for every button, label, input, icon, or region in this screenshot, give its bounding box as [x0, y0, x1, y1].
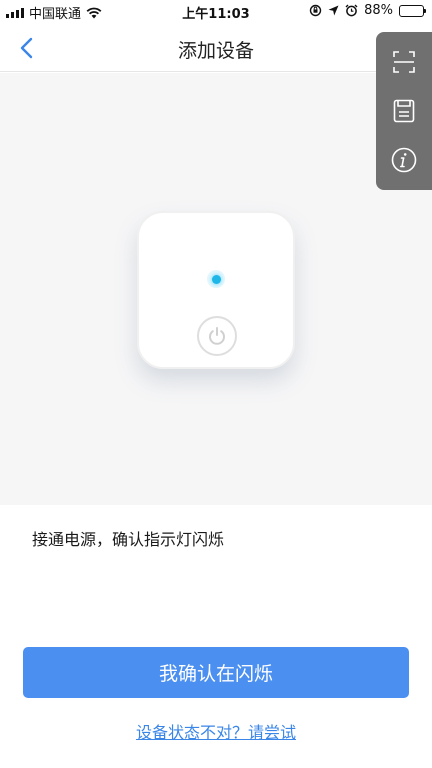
- device-illustration: [0, 73, 432, 505]
- power-icon: [197, 316, 237, 356]
- scan-button[interactable]: [386, 44, 422, 80]
- info-icon: [391, 147, 417, 172]
- confirm-blinking-button[interactable]: 我确认在闪烁: [23, 647, 409, 698]
- save-button[interactable]: [386, 93, 422, 129]
- rotation-lock-icon: [309, 4, 322, 17]
- page-title: 添加设备: [177, 40, 254, 62]
- indicator-light: [207, 270, 225, 288]
- troubleshoot-link[interactable]: 设备状态不对？请尝试: [0, 719, 432, 743]
- status-right: 88%: [309, 3, 426, 18]
- battery-percent: 88%: [364, 3, 393, 18]
- location-icon: [328, 5, 339, 16]
- info-button[interactable]: [386, 142, 422, 178]
- status-bar: 中国联通 上午11:03 88%: [0, 0, 432, 24]
- scan-icon: [393, 51, 415, 74]
- alarm-icon: [345, 4, 358, 17]
- floating-toolbar: [376, 32, 432, 190]
- instruction-text: 接通电源，确认指示灯闪烁: [32, 530, 225, 549]
- smart-plug-image: [137, 211, 295, 369]
- save-icon: [393, 99, 415, 123]
- nav-bar: 添加设备: [0, 24, 432, 72]
- battery-icon: [399, 4, 426, 17]
- add-device-screen: 中国联通 上午11:03 88% 添加设备 接通电源，确认指示灯闪烁 我确认在闪…: [0, 0, 432, 768]
